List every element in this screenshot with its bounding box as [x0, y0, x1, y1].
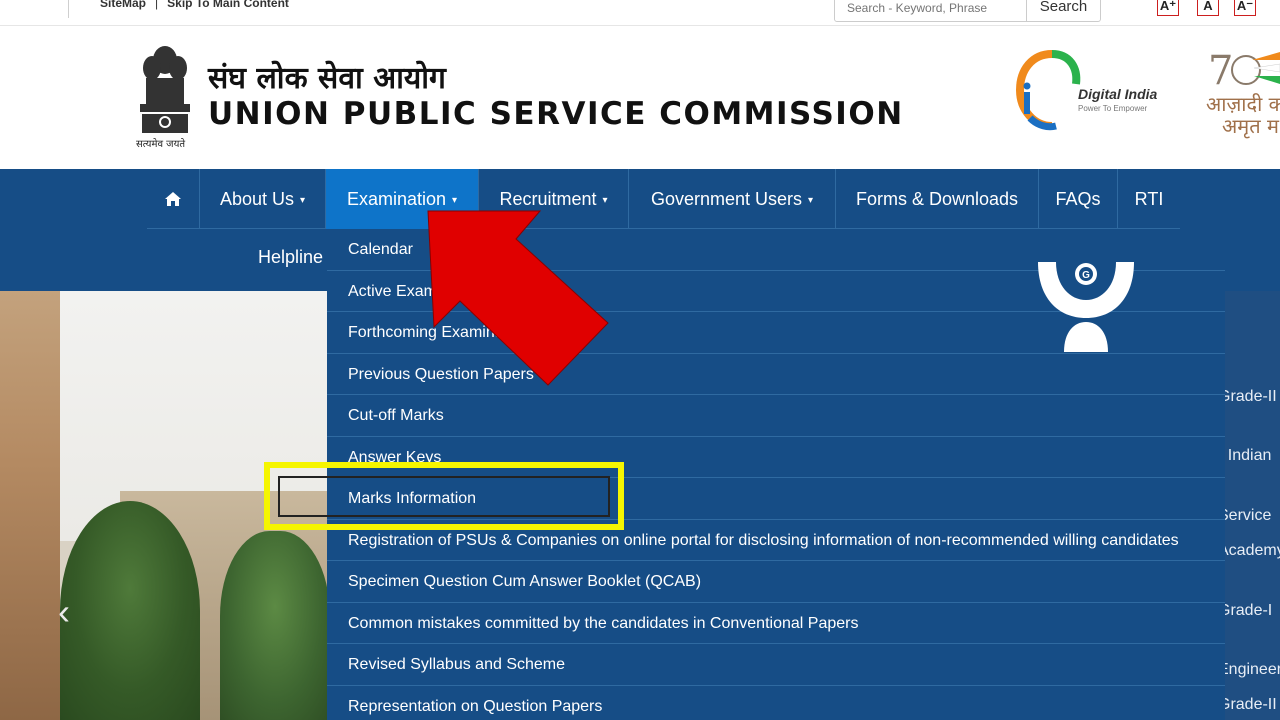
nav-faqs[interactable]: FAQs	[1039, 169, 1118, 229]
font-increase-button[interactable]: A⁺	[1157, 0, 1179, 16]
nav-label: Forms & Downloads	[855, 189, 1019, 209]
nav-label: Government Users	[650, 189, 803, 209]
news-item-text[interactable]: Grade-II	[1218, 696, 1277, 714]
nav-forms-downloads[interactable]: Forms & Downloads	[836, 169, 1039, 229]
digital-india-tagline: Power To Empower	[1078, 104, 1148, 113]
nav-label: FAQs	[1055, 189, 1101, 209]
upsc-logo-icon: G	[1038, 262, 1134, 352]
site-title-english[interactable]: UNION PUBLIC SERVICE COMMISSION	[208, 96, 904, 132]
menu-item-revised-syllabus[interactable]: Revised Syllabus and Scheme	[327, 644, 1225, 686]
page: SiteMap | Skip To Main Content Search A⁺ A…	[0, 0, 1280, 720]
site-title-hindi: संघ लोक सेवा आयोग	[208, 61, 446, 96]
top-links: SiteMap | Skip To Main Content	[100, 0, 289, 10]
search-button[interactable]: Search	[1026, 0, 1101, 22]
hero-image-tree	[60, 501, 200, 720]
news-item-text[interactable]: Service	[1218, 507, 1271, 525]
home-icon	[165, 192, 181, 206]
highlight-inner-border	[278, 476, 610, 517]
red-arrow-annotation-icon	[427, 210, 609, 386]
news-item-text[interactable]: Engineer	[1218, 661, 1280, 679]
search-input[interactable]	[834, 0, 1028, 22]
skip-to-main-link[interactable]: Skip To Main Content	[167, 0, 289, 10]
svg-text:G: G	[1082, 270, 1090, 281]
svg-text:7: 7	[1208, 48, 1233, 94]
azadi-text-line2: अमृत म	[1222, 114, 1279, 138]
nav-about-us[interactable]: About Us ▾	[200, 169, 326, 229]
font-decrease-button[interactable]: A⁻	[1234, 0, 1256, 16]
caret-down-icon: ▾	[808, 195, 814, 206]
menu-item-representation[interactable]: Representation on Question Papers	[327, 686, 1225, 720]
nav-label: RTI	[1134, 189, 1164, 209]
hero-image-tree	[220, 531, 330, 720]
divider	[68, 0, 69, 18]
news-item-text[interactable]: Academy	[1218, 542, 1280, 560]
hero-image-left	[0, 291, 60, 720]
news-item-text[interactable]: - Indian	[1218, 447, 1271, 465]
caret-down-icon: ▾	[300, 195, 306, 206]
sitemap-link[interactable]: SiteMap	[100, 0, 146, 10]
nav-government-users[interactable]: Government Users ▾	[629, 169, 836, 229]
slider-prev-icon[interactable]: ‹	[58, 591, 70, 633]
top-utility-bar: SiteMap | Skip To Main Content Search A⁺ A…	[0, 0, 1280, 26]
emblem-caption: सत्यमेव जयते	[136, 139, 186, 150]
news-item-text[interactable]: Grade-I	[1218, 602, 1272, 620]
link-separator: |	[155, 0, 159, 10]
digital-india-text: Digital India	[1078, 86, 1158, 102]
nav-helpline[interactable]: Helpline	[258, 247, 323, 268]
news-item-text[interactable]: Grade-II	[1218, 388, 1277, 406]
menu-item-cutoff-marks[interactable]: Cut-off Marks	[327, 395, 1225, 437]
nav-rti[interactable]: RTI	[1118, 169, 1180, 229]
nav-label: About Us	[219, 189, 294, 209]
nav-row: About Us ▾ Examination ▾ Recruitment ▾ Gove…	[147, 169, 1180, 229]
hero-news-panel	[1225, 291, 1280, 720]
nav-home[interactable]	[147, 169, 200, 229]
site-header: सत्यमेव जयते संघ लोक सेवा आयोग UNION PUB…	[0, 26, 1280, 169]
menu-item-specimen-qcab[interactable]: Specimen Question Cum Answer Booklet (QC…	[327, 561, 1225, 603]
font-normal-button[interactable]: A	[1197, 0, 1219, 16]
menu-item-common-mistakes[interactable]: Common mistakes committed by the candida…	[327, 603, 1225, 644]
